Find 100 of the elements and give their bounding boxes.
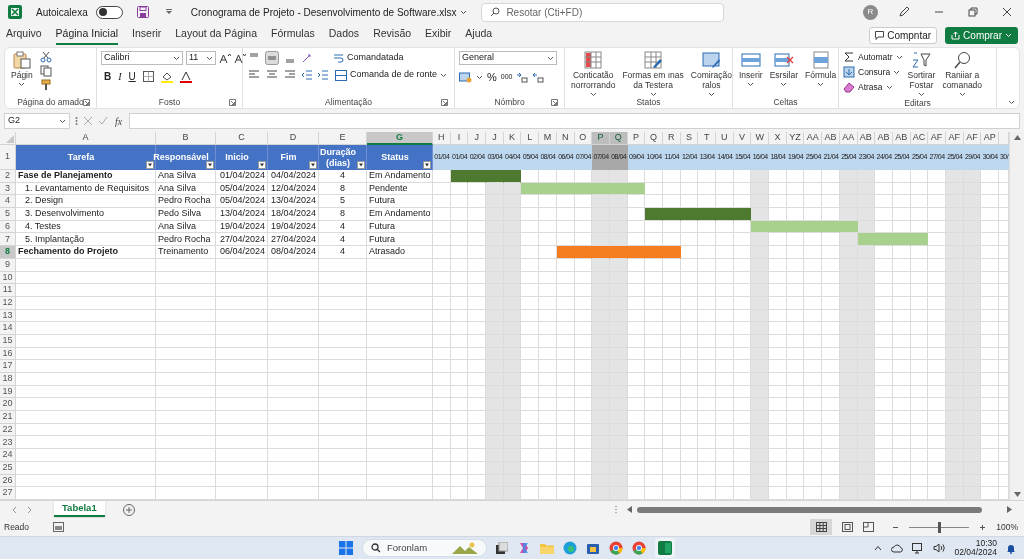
column-header[interactable]: AF [928,132,946,145]
column-header[interactable]: M [539,132,557,145]
table-cell[interactable]: Pedo Silva [156,208,216,221]
table-cell[interactable]: 5 [319,195,367,209]
search-field[interactable]: Resotar (Cti+FD) [481,2,725,22]
number-format-field[interactable]: General [459,51,557,65]
table-cell[interactable]: 8 [319,208,367,221]
name-box[interactable]: G2 [4,113,70,129]
font-name-field[interactable]: Calibri [101,51,183,65]
underline-button[interactable]: U [128,69,136,84]
column-header[interactable]: P [592,132,610,145]
table-cell[interactable]: 19/04/2024 [268,220,319,234]
row-header[interactable]: 18 [0,373,16,386]
column-header[interactable]: L [521,132,540,145]
paste-button[interactable]: Págin [9,51,35,87]
row-header[interactable]: 21 [0,411,16,424]
column-header[interactable]: H [433,132,451,145]
row-header[interactable]: 7 [0,233,16,247]
row-header[interactable]: 1 [0,145,16,170]
styles-button[interactable]: Formas em ınas da Testera [620,50,686,97]
zoom-percent[interactable]: 100% [996,520,1018,534]
column-header[interactable]: J [486,132,504,145]
taskbar-search[interactable]: Foronlam [362,539,487,557]
menu-tab[interactable]: Página Inicial [55,25,119,45]
table-cell[interactable]: 4. Testes [16,220,156,234]
table-cell[interactable]: 4 [319,233,367,247]
menu-tab[interactable]: Exibir [425,25,452,45]
share-button[interactable]: Comprar [945,26,1018,44]
column-header[interactable]: AA [804,132,823,145]
column-header[interactable]: D [268,132,319,145]
column-header[interactable]: X [769,132,787,145]
table-cell[interactable]: 4 [319,220,367,234]
table-cell[interactable]: 27/04/2024 [216,233,268,247]
menu-tab[interactable]: Inserir [132,25,162,45]
file-name[interactable]: Cronograma de Projeto - Desenvolvimento de Software.xlsx [190,4,468,20]
editing-button[interactable]: Raniiar a comanado [940,51,985,97]
column-header[interactable]: T [698,132,716,145]
column-header[interactable]: AP [981,132,999,145]
row-header[interactable]: 17 [0,360,16,373]
table-cell[interactable]: Pedro Rocha [156,233,216,247]
row-header[interactable]: 23 [0,436,16,450]
percent-button[interactable]: % [487,69,497,86]
table-cell[interactable]: 05/04/2024 [216,195,268,209]
table-cell[interactable]: 19/04/2024 [216,220,268,234]
column-header[interactable]: A [16,132,156,145]
table-cell[interactable]: 12/04/2024 [268,182,319,196]
comment-button[interactable]: Compntar [869,26,938,44]
row-header[interactable]: 14 [0,322,16,335]
wrap-text-button[interactable]: Comandatada [333,51,404,65]
editing-button[interactable]: Atrasa [843,80,903,94]
row-header[interactable]: 11 [0,284,16,297]
cells-button[interactable]: Esrsilar [767,51,800,87]
editing-button[interactable]: Automatr [843,51,903,64]
table-cell[interactable]: 01/04/2024 [216,170,268,183]
table-cell[interactable]: 3. Desenvolvimento [16,208,156,221]
column-header[interactable]: W [751,132,770,145]
column-header[interactable]: AB [822,132,840,145]
row-header[interactable]: 27 [0,487,16,500]
row-header[interactable]: 2 [0,170,16,183]
cells-button[interactable]: Fórmula [802,51,839,87]
row-header[interactable]: 24 [0,449,16,462]
table-cell[interactable]: 27/04/2024 [268,233,319,247]
table-cell[interactable]: Treinamento [156,246,216,259]
table-cell[interactable]: 04/04/2024 [268,170,319,183]
clock-time[interactable]: 10:30 [975,539,997,548]
table-cell[interactable]: Fechamento do Projeto [16,246,156,259]
table-cell[interactable]: 5. Implantação [16,233,156,247]
menu-tab[interactable]: Revisão [373,25,412,45]
table-cell[interactable]: 4 [319,170,367,183]
menu-tab[interactable]: Ajuda [465,25,493,45]
row-header[interactable]: 5 [0,208,16,221]
table-cell[interactable]: 05/04/2024 [216,182,268,196]
menu-tab[interactable]: Layout da Página [175,25,257,45]
editing-button[interactable]: Sortirar Fostar [905,51,938,97]
table-cell[interactable]: 8 [319,182,367,196]
sheet-tab[interactable]: Tabela1 [54,500,105,517]
styles-button[interactable]: Conticatão norrorrando [569,50,618,97]
column-header[interactable]: U [716,132,734,145]
menu-tab[interactable]: Dados [328,25,360,45]
column-header[interactable]: E [319,132,367,145]
table-cell[interactable]: Ana Silva [156,220,216,234]
table-cell[interactable]: 13/04/2024 [268,195,319,209]
merge-button[interactable]: Comanda de de ronte [335,68,448,82]
row-header[interactable]: 20 [0,398,16,412]
column-header[interactable]: C [216,132,268,145]
menu-tab[interactable]: Fórmulas [271,25,315,45]
column-header[interactable]: AB [875,132,893,145]
column-header[interactable]: J [468,132,487,145]
table-cell[interactable]: 18/04/2024 [268,208,319,221]
bold-button[interactable]: B [104,69,112,84]
table-cell[interactable]: Ana Silva [156,170,216,183]
table-cell[interactable]: 1. Levantamento de Requisitos [16,182,156,196]
table-cell[interactable]: 13/04/2024 [216,208,268,221]
insert-function-button[interactable]: fx [113,113,125,129]
column-header[interactable]: B [156,132,216,145]
table-cell[interactable]: Pedro Rocha [156,195,216,209]
table-cell[interactable]: Fase de Planejamento [16,170,156,183]
row-header[interactable]: 4 [0,195,16,209]
italic-button[interactable]: I [118,69,122,84]
table-cell[interactable]: 2. Design [16,195,156,209]
